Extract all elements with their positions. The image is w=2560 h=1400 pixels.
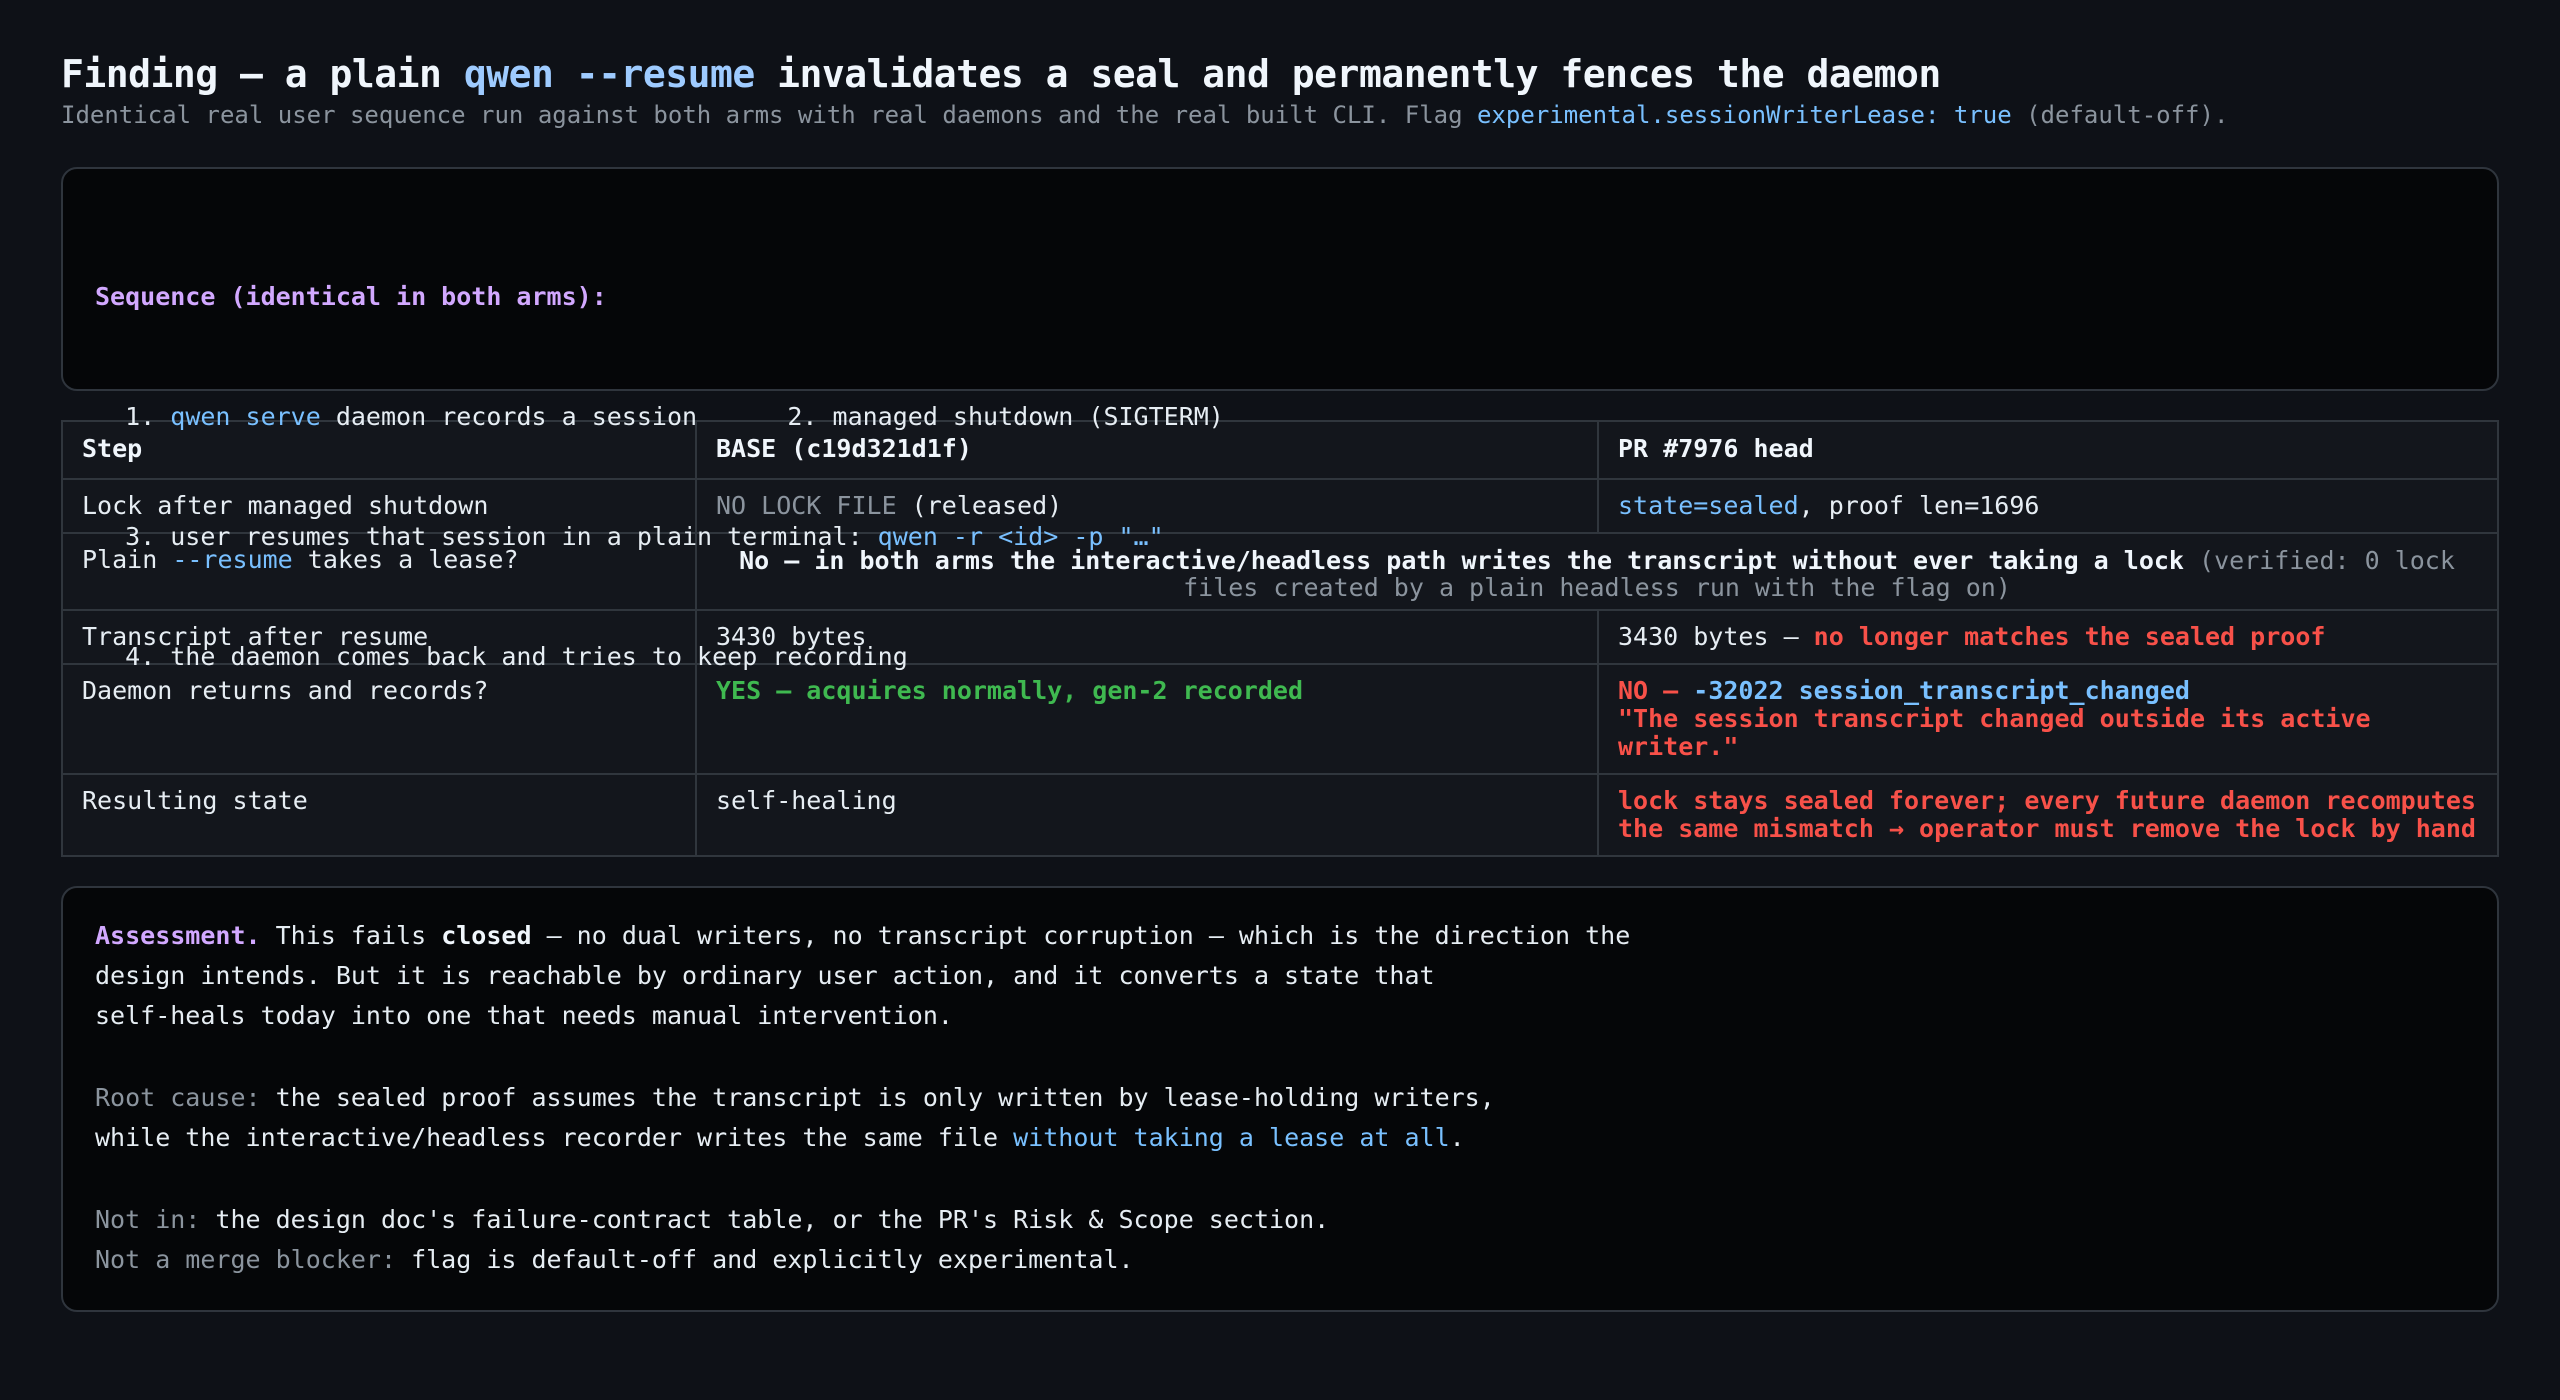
row1-base-rest: (released) xyxy=(896,491,1063,520)
root-cause-text-b: while the interactive/headless recorder … xyxy=(95,1123,1014,1152)
assessment-text-a: This fails xyxy=(260,921,442,950)
assessment-line-3: self-heals today into one that needs man… xyxy=(95,1001,953,1030)
row3-pr: 3430 bytes — no longer matches the seale… xyxy=(1597,609,2499,665)
step1-number: 1. xyxy=(95,402,171,431)
page-title: Finding — a plain qwen --resume invalida… xyxy=(61,50,2499,98)
not-blocker-label: Not a merge blocker: xyxy=(95,1245,397,1274)
row1-pr-state: state=sealed xyxy=(1618,491,1799,520)
assessment-line-2: design intends. But it is reachable by o… xyxy=(95,961,1435,990)
title-command: qwen --resume xyxy=(463,52,755,96)
row1-base-muted: NO LOCK FILE xyxy=(716,491,897,520)
assessment-closed: closed xyxy=(441,921,532,950)
assessment-label: Assessment. xyxy=(95,921,261,950)
row4-pr-no: NO — xyxy=(1618,676,1694,705)
not-in-text: the design doc's failure-contract table,… xyxy=(200,1205,1330,1234)
row4-pr: NO — -32022 session_transcript_changed "T… xyxy=(1597,663,2499,775)
step1-command: qwen serve xyxy=(170,402,321,431)
title-pre: Finding — a plain xyxy=(61,52,464,96)
assessment-line-1: Assessment. This fails closed — no dual … xyxy=(95,916,2465,956)
not-blocker-text: flag is default-off and explicitly exper… xyxy=(396,1245,1134,1274)
row2-both-bold: No — in both arms the interactive/headle… xyxy=(739,546,2184,575)
row3-pr-red: no longer matches the sealed proof xyxy=(1813,622,2326,651)
sequence-heading: Sequence (identical in both arms): xyxy=(95,282,607,311)
title-post: invalidates a seal and permanently fence… xyxy=(754,52,1941,96)
row2-step-post: takes a lease? xyxy=(292,545,519,574)
row1-pr: state=sealed, proof len=1696 xyxy=(1597,478,2499,534)
subtitle-pre: Identical real user sequence run against… xyxy=(61,101,1478,129)
row4-step: Daemon returns and records? xyxy=(61,663,697,775)
table-row: Resulting state self-healing lock stays … xyxy=(61,773,2499,857)
root-cause-line-2: while the interactive/headless recorder … xyxy=(95,1118,2465,1158)
row3-pr-pre: 3430 bytes — xyxy=(1618,622,1814,651)
assessment-box: Assessment. This fails closed — no dual … xyxy=(61,886,2499,1312)
page-subtitle: Identical real user sequence run against… xyxy=(61,98,2499,132)
subtitle-flag: experimental.sessionWriterLease: true xyxy=(1477,101,2012,129)
comparison-table: Step BASE (c19d321d1f) PR #7976 head Loc… xyxy=(61,420,2499,857)
row2-step-command: --resume xyxy=(172,545,293,574)
table-row: Daemon returns and records? YES — acquir… xyxy=(61,663,2499,775)
row5-step: Resulting state xyxy=(61,773,697,857)
row5-base: self-healing xyxy=(695,773,1599,857)
sequence-box: Sequence (identical in both arms): 1. qw… xyxy=(61,167,2499,671)
not-in-label: Not in: xyxy=(95,1205,201,1234)
header-pr: PR #7976 head xyxy=(1597,420,2499,480)
row4-pr-message: "The session transcript changed outside … xyxy=(1618,704,2371,761)
not-in-line: Not in: the design doc's failure-contrac… xyxy=(95,1200,2465,1240)
row1-pr-rest: , proof len=1696 xyxy=(1798,491,2040,520)
row4-base: YES — acquires normally, gen-2 recorded xyxy=(695,663,1599,775)
row2-step-pre: Plain xyxy=(82,545,173,574)
root-cause-highlight: without taking a lease at all xyxy=(1013,1123,1450,1152)
assessment-text-c: — no dual writers, no transcript corrupt… xyxy=(531,921,1631,950)
root-cause-line-1: Root cause: the sealed proof assumes the… xyxy=(95,1078,2465,1118)
table-row: Plain --resume takes a lease? No — in bo… xyxy=(61,532,2499,611)
root-cause-text-a: the sealed proof assumes the transcript … xyxy=(260,1083,1495,1112)
subtitle-post: (default-off). xyxy=(2011,101,2229,129)
row5-pr: lock stays sealed forever; every future … xyxy=(1597,773,2499,857)
row4-pr-code: -32022 session_transcript_changed xyxy=(1693,676,2190,705)
step1-text: daemon records a session 2. managed shut… xyxy=(320,402,1224,431)
root-cause-label: Root cause: xyxy=(95,1083,261,1112)
root-cause-text-c: . xyxy=(1449,1123,1465,1152)
not-blocker-line: Not a merge blocker: flag is default-off… xyxy=(95,1240,2465,1280)
